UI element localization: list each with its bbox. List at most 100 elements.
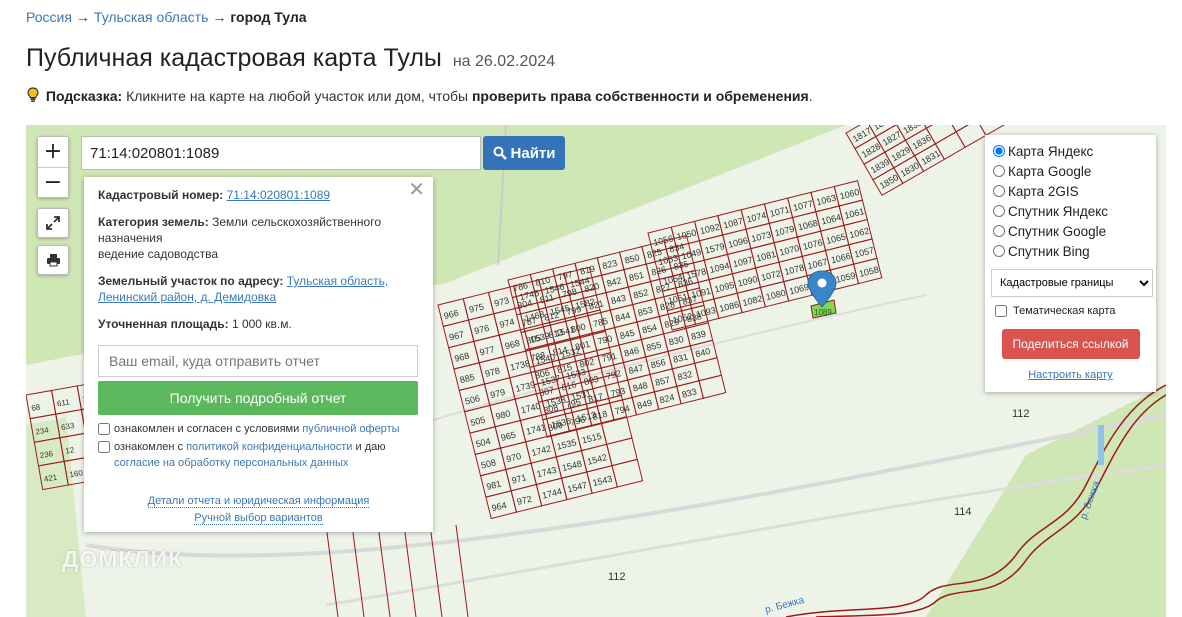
cadastral-map[interactable]: 1817182818391850185518271829183018341835… bbox=[26, 125, 1166, 617]
breadcrumb-link-russia[interactable]: Россия bbox=[26, 9, 72, 25]
overlay-select[interactable]: Кадастровые границы bbox=[991, 269, 1153, 297]
plot-number-label: 1050 bbox=[676, 227, 698, 242]
plot-number-label: 1855 bbox=[872, 125, 894, 132]
plot-number-label: 1078 bbox=[783, 262, 805, 277]
plot-number-label: 793 bbox=[609, 386, 626, 399]
base-layer-radio[interactable] bbox=[993, 225, 1005, 237]
printer-icon bbox=[46, 254, 60, 267]
base-layer-label: Спутник Яндекс bbox=[1008, 203, 1109, 219]
plot-number-label: 504 bbox=[475, 436, 492, 449]
privacy-policy-link[interactable]: политикой конфиденциальности bbox=[186, 441, 352, 453]
base-layer-radio[interactable] bbox=[993, 145, 1005, 157]
public-offer-link[interactable]: публичной оферты bbox=[302, 423, 399, 435]
cadastral-search-input[interactable] bbox=[81, 136, 481, 170]
base-layer-option[interactable]: Карта 2GIS bbox=[991, 181, 1150, 201]
cadastral-plot[interactable] bbox=[694, 357, 722, 382]
report-details-link[interactable]: Детали отчета и юридическая информация bbox=[147, 495, 370, 508]
cadastral-plot[interactable] bbox=[606, 437, 638, 467]
manual-selection-link[interactable]: Ручной выбор вариантов bbox=[194, 512, 323, 525]
plot-number-label: 852 bbox=[632, 287, 649, 300]
plot-number-label: 1515 bbox=[581, 431, 603, 446]
personal-data-consent-link[interactable]: согласие на обработку персональных данны… bbox=[114, 457, 348, 469]
plot-number-label: 1079 bbox=[774, 224, 796, 239]
fullscreen-button[interactable] bbox=[37, 208, 69, 238]
plot-number-label: 965 bbox=[500, 430, 517, 443]
plot-number-label: 849 bbox=[636, 398, 653, 411]
info-links: Детали отчета и юридическая информация Р… bbox=[98, 493, 419, 527]
plot-number-label: 505 bbox=[469, 415, 486, 428]
base-layer-option[interactable]: Спутник Bing bbox=[991, 241, 1150, 261]
base-layer-option[interactable]: Спутник Google bbox=[991, 221, 1150, 241]
plot-number-label: 1073 bbox=[750, 229, 772, 244]
plot-number-label: 971 bbox=[511, 472, 528, 485]
cadastral-plot[interactable] bbox=[611, 458, 644, 488]
base-layer-radio[interactable] bbox=[993, 185, 1005, 197]
cadastral-plot[interactable] bbox=[976, 125, 1008, 137]
plot-number-label: 840 bbox=[694, 346, 711, 359]
hint-label: Подсказка: bbox=[45, 88, 123, 104]
plot-number-label: 846 bbox=[623, 345, 640, 358]
plot-number-label: 12 bbox=[65, 445, 76, 456]
plot-number-label: 836 bbox=[677, 276, 694, 289]
print-button[interactable] bbox=[37, 245, 69, 275]
plot-number-label: 1070 bbox=[778, 243, 800, 258]
offer-checkbox[interactable] bbox=[98, 423, 110, 435]
plot-number-label: 978 bbox=[484, 366, 501, 379]
plot-number-label: 1087 bbox=[722, 216, 744, 231]
plot-number-label: 1060 bbox=[839, 187, 861, 202]
land-use-value: ведение садоводства bbox=[98, 247, 219, 261]
plot-number-label: 968 bbox=[504, 338, 521, 351]
plot-number-label: 967 bbox=[448, 329, 465, 342]
plot-number-label: 1542 bbox=[586, 452, 608, 467]
thematic-map-toggle[interactable]: Тематическая карта bbox=[991, 305, 1150, 317]
base-layer-radio[interactable] bbox=[993, 165, 1005, 177]
plot-number-label: 975 bbox=[468, 302, 485, 315]
plot-number-label: 1067 bbox=[807, 257, 829, 272]
configure-map-link[interactable]: Настроить карту bbox=[991, 369, 1150, 381]
zoom-in-button[interactable]: + bbox=[38, 137, 68, 167]
map-layers-panel: Карта Яндекс Карта Google Карта 2GIS Спутни… bbox=[985, 135, 1156, 392]
plot-number-label: 830 bbox=[668, 334, 685, 347]
search-button[interactable]: Найти bbox=[483, 136, 565, 170]
expand-icon bbox=[46, 216, 60, 230]
plot-number-label: 823 bbox=[601, 258, 618, 271]
plot-number-label: 972 bbox=[516, 494, 533, 507]
base-layer-option[interactable]: Спутник Яндекс bbox=[991, 201, 1150, 221]
plot-number-label: 1066 bbox=[830, 251, 852, 266]
plot-number-label: 1061 bbox=[843, 206, 865, 221]
base-layer-radio[interactable] bbox=[993, 205, 1005, 217]
base-layer-option[interactable]: Карта Яндекс bbox=[991, 141, 1150, 161]
plot-boundary bbox=[403, 524, 417, 617]
plot-number-label: 831 bbox=[672, 352, 689, 365]
cadastral-plot[interactable] bbox=[600, 416, 633, 445]
get-report-button[interactable]: Получить подробный отчет bbox=[98, 381, 418, 415]
plot-number-label: 853 bbox=[637, 305, 654, 318]
plot-number-label: 1082 bbox=[742, 293, 764, 308]
zoom-out-button[interactable]: − bbox=[38, 167, 68, 197]
thematic-map-checkbox[interactable] bbox=[995, 305, 1007, 317]
close-icon[interactable]: ✕ bbox=[408, 180, 425, 200]
plot-number-label: 1744 bbox=[541, 486, 563, 501]
cadastral-number-row: Кадастровый номер: 71:14:020801:1089 bbox=[98, 187, 419, 203]
privacy-text-a: ознакомлен с bbox=[114, 441, 184, 453]
base-layer-radio[interactable] bbox=[993, 245, 1005, 257]
plot-number-label: 842 bbox=[606, 275, 623, 288]
base-layer-label: Карта Яндекс bbox=[1008, 143, 1094, 159]
privacy-consent: ознакомлен с политикой конфиденциальност… bbox=[98, 439, 419, 471]
share-link-button[interactable]: Поделиться ссылкой bbox=[1001, 329, 1140, 359]
privacy-checkbox[interactable] bbox=[98, 441, 110, 453]
plot-number-label: 848 bbox=[632, 380, 649, 393]
plot-number-label: 1080 bbox=[765, 288, 787, 303]
zoom-control: + − bbox=[37, 136, 69, 198]
email-input[interactable] bbox=[98, 345, 418, 377]
offer-consent-text: ознакомлен и согласен с условиями публич… bbox=[114, 421, 400, 437]
plot-number-label: 850 bbox=[624, 252, 641, 265]
base-layer-option[interactable]: Карта Google bbox=[991, 161, 1150, 181]
cadastral-plot[interactable] bbox=[698, 374, 727, 399]
cadastral-number-link[interactable]: 71:14:020801:1089 bbox=[227, 188, 330, 202]
search-button-label: Найти bbox=[510, 144, 556, 162]
plot-info-panel: ✕ Кадастровый номер: 71:14:020801:1089 К… bbox=[84, 177, 433, 532]
breadcrumb-link-tula-region[interactable]: Тульская область bbox=[94, 9, 208, 25]
address-row: Земельный участок по адресу: Тульская об… bbox=[98, 273, 419, 305]
plot-number-label: 611 bbox=[56, 397, 71, 408]
